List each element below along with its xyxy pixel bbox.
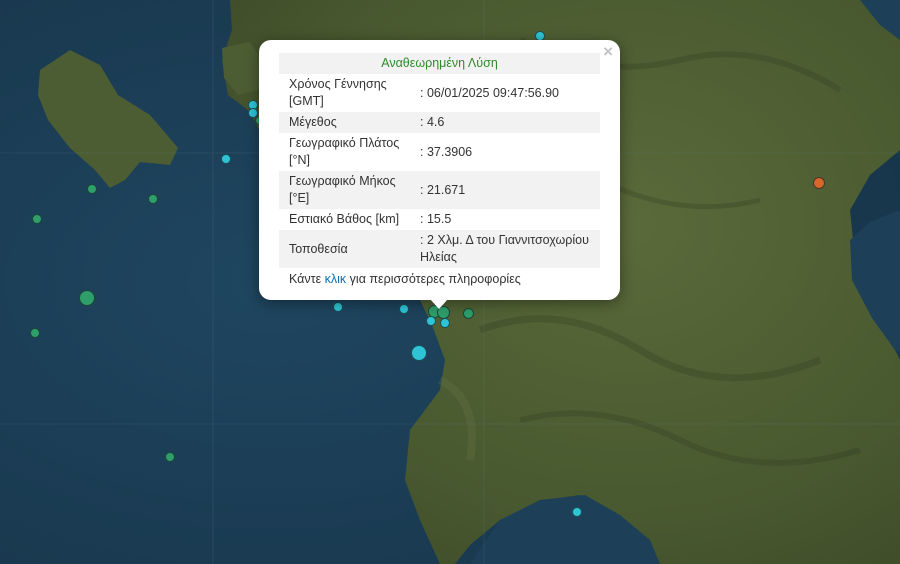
earthquake-marker[interactable] bbox=[30, 328, 40, 338]
earthquake-marker[interactable] bbox=[463, 308, 474, 319]
detail-value: : 21.671 bbox=[420, 171, 600, 209]
detail-label: Γεωγραφικό Πλάτος [°N] bbox=[289, 136, 400, 167]
earthquake-details-table: Αναθεωρημένη Λύση Χρόνος Γέννησης [GMT] … bbox=[279, 53, 600, 268]
detail-value: : 06/01/2025 09:47:56.90 bbox=[420, 85, 560, 100]
earthquake-info-popup: × Αναθεωρημένη Λύση Χρόνος Γέννησης [GMT… bbox=[259, 40, 620, 309]
earthquake-marker[interactable] bbox=[813, 177, 825, 189]
earthquake-marker[interactable] bbox=[333, 302, 343, 312]
detail-row-depth: Εστιακό Βάθος [km] : 15.5 bbox=[279, 209, 600, 230]
satellite-map[interactable]: × Αναθεωρημένη Λύση Χρόνος Γέννησης [GMT… bbox=[0, 0, 900, 564]
earthquake-marker[interactable] bbox=[148, 194, 158, 204]
earthquake-marker[interactable] bbox=[32, 214, 42, 224]
more-info-line: Κάντε κλικ για περισσότερες πληροφορίες bbox=[279, 268, 600, 290]
earthquake-marker[interactable] bbox=[572, 507, 582, 517]
earthquake-marker[interactable] bbox=[165, 452, 175, 462]
detail-label: Εστιακό Βάθος [km] bbox=[289, 212, 400, 226]
detail-label: Γεωγραφικό Μήκος [°E] bbox=[279, 171, 420, 209]
more-info-link[interactable]: κλικ bbox=[325, 272, 347, 286]
earthquake-marker[interactable] bbox=[221, 154, 231, 164]
earthquake-marker[interactable] bbox=[411, 345, 427, 361]
popup-title: Αναθεωρημένη Λύση bbox=[279, 53, 600, 74]
earthquake-marker[interactable] bbox=[426, 316, 436, 326]
more-info-suffix: για περισσότερες πληροφορίες bbox=[346, 272, 521, 286]
earthquake-marker[interactable] bbox=[79, 290, 95, 306]
detail-label: Τοποθεσία bbox=[279, 230, 420, 268]
earthquake-marker[interactable] bbox=[87, 184, 97, 194]
detail-row-latitude: Γεωγραφικό Πλάτος [°N] : 37.3906 bbox=[279, 133, 600, 171]
earthquake-marker[interactable] bbox=[440, 318, 450, 328]
popup-tip bbox=[430, 299, 448, 309]
earthquake-marker[interactable] bbox=[399, 304, 409, 314]
detail-row-longitude: Γεωγραφικό Μήκος [°E] : 21.671 bbox=[279, 171, 600, 209]
detail-row-origin-time: Χρόνος Γέννησης [GMT] : 06/01/2025 09:47… bbox=[279, 74, 600, 112]
more-info-prefix: Κάντε bbox=[289, 272, 325, 286]
detail-label: Μέγεθος bbox=[279, 112, 420, 133]
detail-value: : 37.3906 bbox=[420, 144, 473, 159]
detail-value: : 2 Χλμ. Δ του Γιαννιτσοχωρίου Ηλείας bbox=[420, 230, 600, 268]
close-icon[interactable]: × bbox=[603, 43, 613, 61]
detail-row-location: Τοποθεσία : 2 Χλμ. Δ του Γιαννιτσοχωρίου… bbox=[279, 230, 600, 268]
detail-value: : 4.6 bbox=[420, 112, 600, 133]
detail-row-magnitude: Μέγεθος : 4.6 bbox=[279, 112, 600, 133]
detail-value: : 15.5 bbox=[420, 212, 452, 226]
detail-label: Χρόνος Γέννησης [GMT] bbox=[289, 77, 387, 108]
